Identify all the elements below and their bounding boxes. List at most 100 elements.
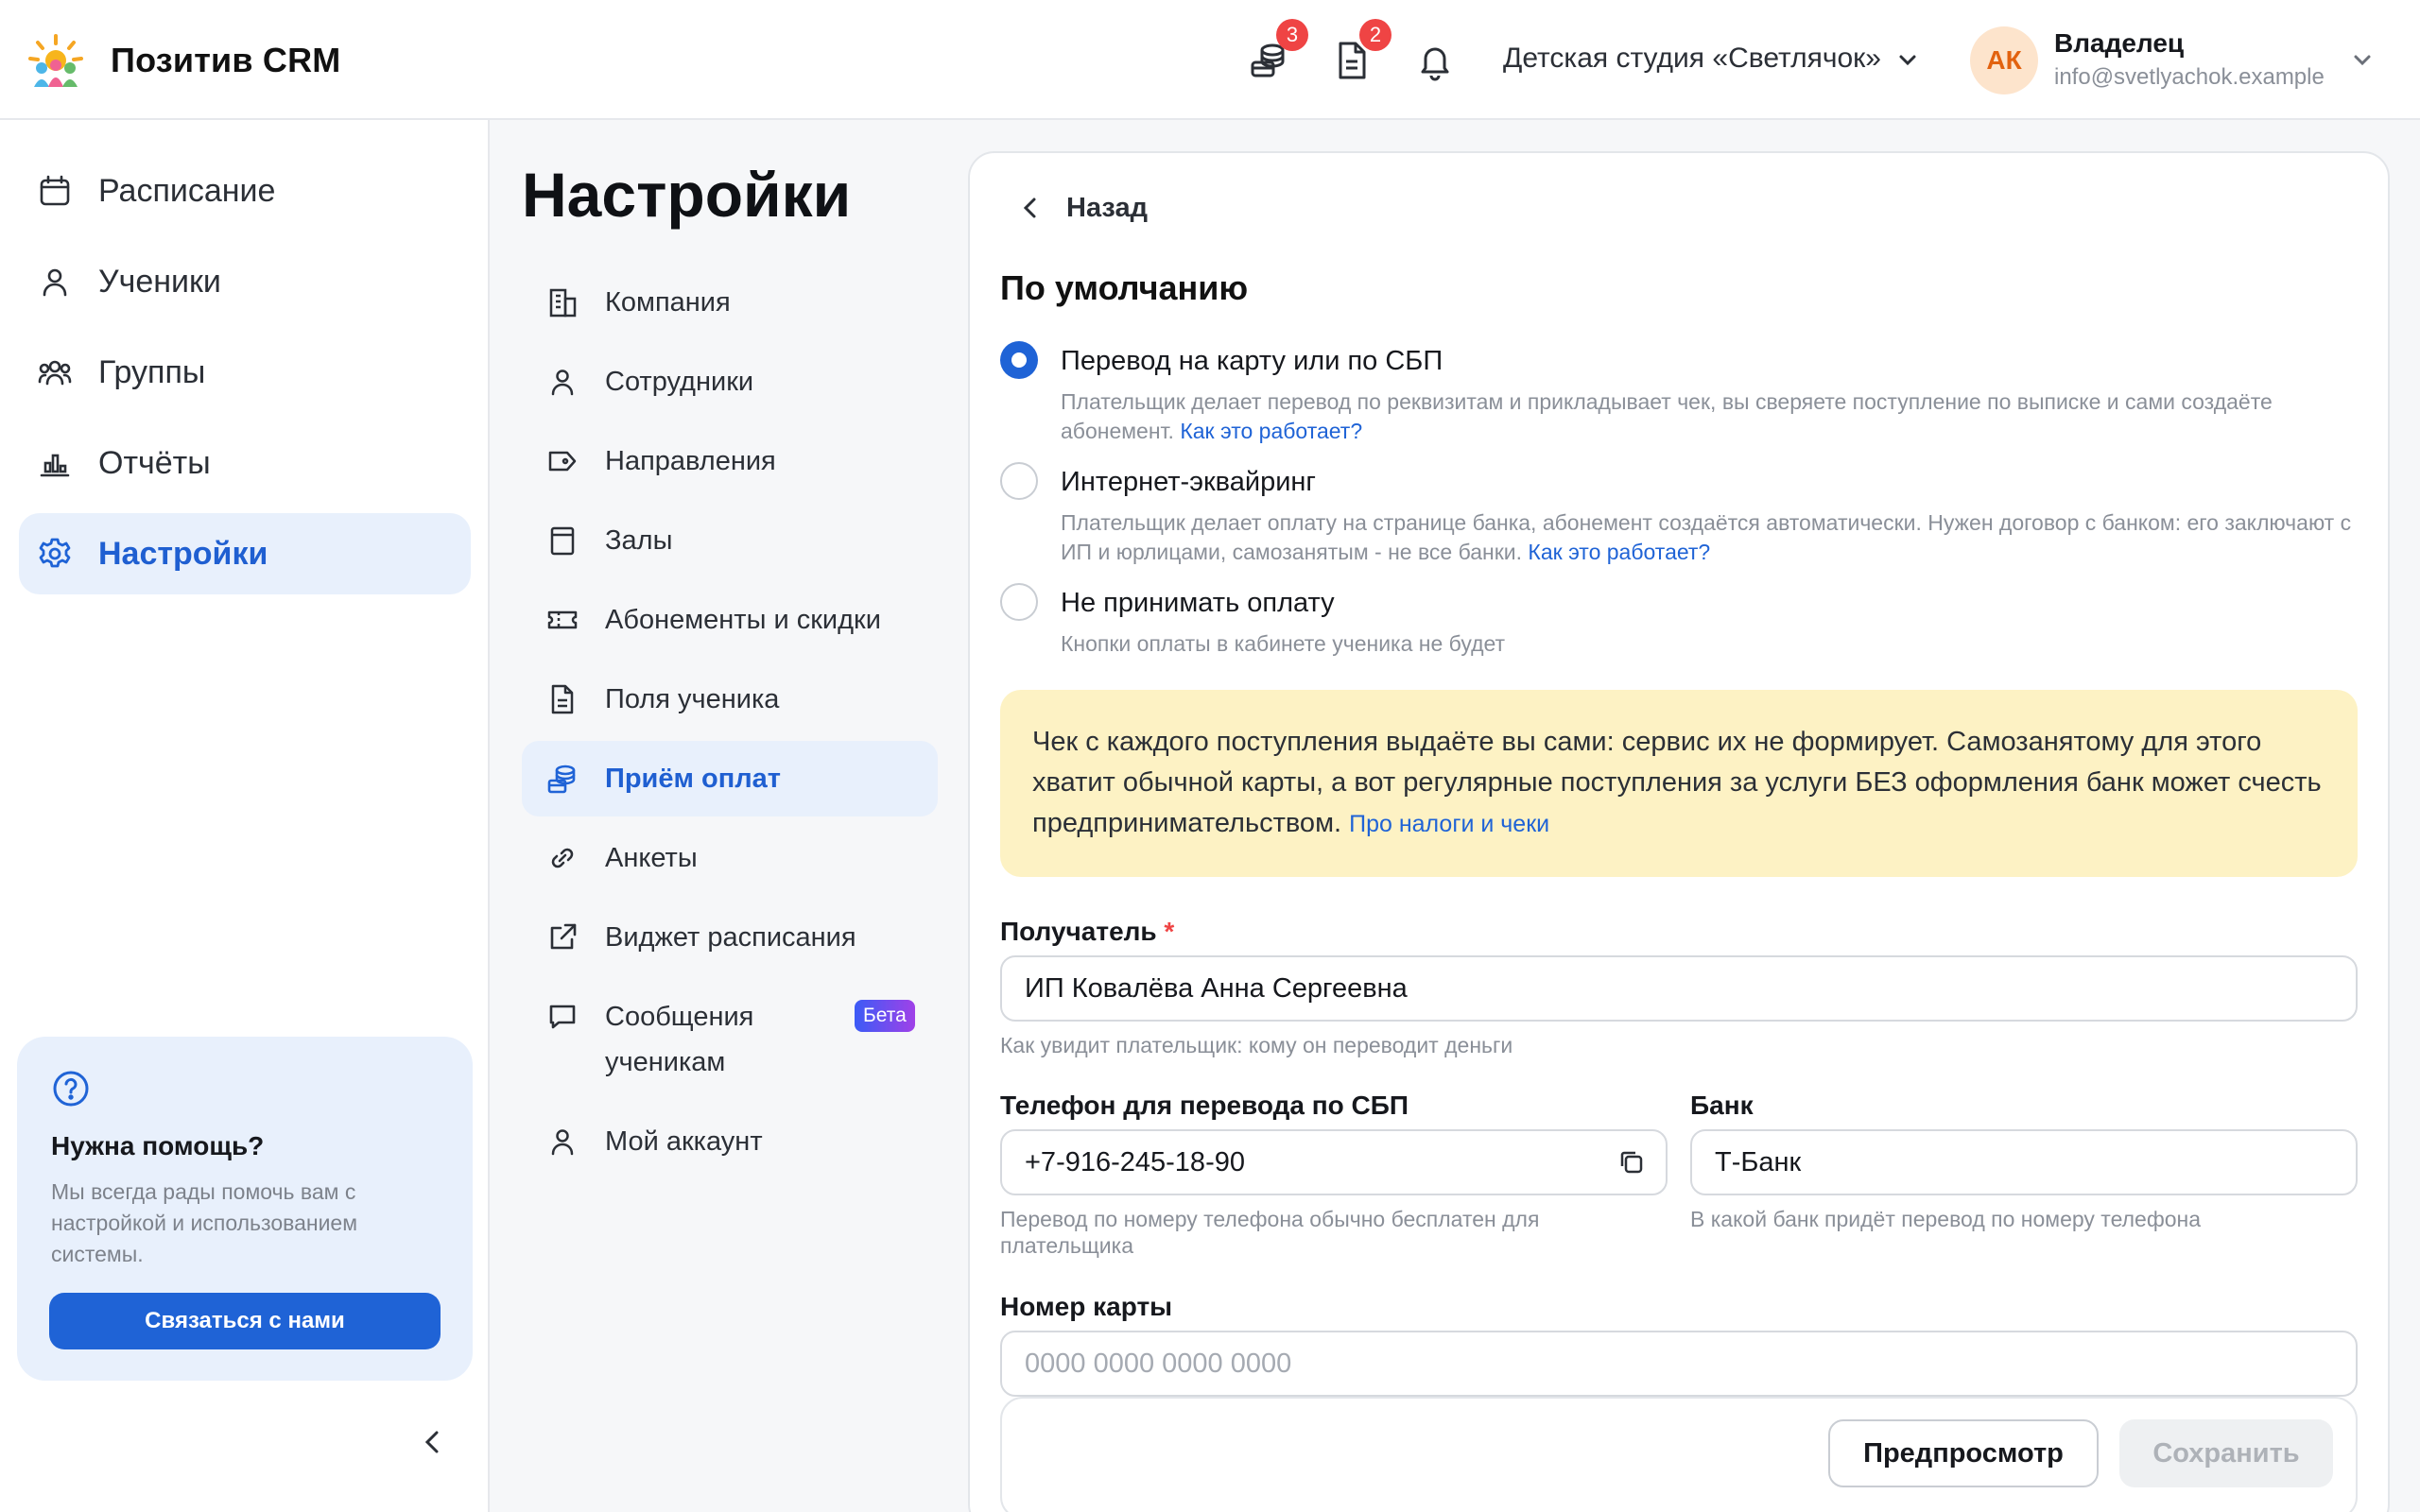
building-icon [546, 286, 579, 318]
payments-badge: 3 [1276, 19, 1308, 51]
taxes-link[interactable]: Про налоги и чеки [1349, 811, 1549, 837]
option-title[interactable]: Интернет-эквайринг [1061, 467, 1316, 498]
coins-icon [546, 763, 579, 795]
chevron-left-icon[interactable] [1011, 189, 1049, 227]
user-icon [546, 1125, 579, 1158]
contact-us-button[interactable]: Связаться с нами [49, 1293, 441, 1349]
how-it-works-link[interactable]: Как это работает? [1528, 540, 1710, 564]
how-it-works-link[interactable]: Как это работает? [1180, 419, 1362, 443]
settings-item-label: Приём оплат [605, 764, 782, 794]
user-icon [546, 366, 579, 398]
chart-icon [38, 446, 72, 480]
bank-hint: В какой банк придёт перевод по номеру те… [1690, 1207, 2202, 1231]
settings-item-label: Сотрудники [605, 367, 754, 397]
settings-item-halls[interactable]: Залы [522, 518, 938, 563]
beta-badge: Бета [855, 1000, 915, 1032]
calendar-icon [38, 174, 72, 208]
sidebar-item-label: Расписание [98, 173, 276, 209]
settings-item-label: Залы [605, 525, 673, 556]
ticket-icon [546, 604, 579, 636]
settings-item-directions[interactable]: Направления [522, 438, 938, 484]
external-link-icon [546, 921, 579, 954]
phone-hint: Перевод по номеру телефона обычно беспла… [1000, 1207, 1540, 1258]
page-title: Настройки [522, 160, 852, 230]
sidebar-item-label: Ученики [98, 264, 221, 300]
chevron-left-icon[interactable] [416, 1425, 450, 1459]
phone-label: Телефон для перевода по СБП [1000, 1091, 1409, 1120]
door-icon [546, 524, 579, 557]
brand-name[interactable]: Позитив CRM [111, 41, 341, 80]
file-icon [546, 683, 579, 715]
sidebar-item-settings[interactable]: Настройки [19, 513, 471, 594]
recipient-label: Получатель * [1000, 917, 1174, 947]
settings-item-label: Анкеты [605, 843, 698, 873]
save-button[interactable]: Сохранить [2119, 1419, 2333, 1487]
user-role: Владелец [2054, 28, 2185, 58]
sidebar-item-schedule[interactable]: Расписание [19, 150, 471, 232]
settings-item-label: Поля ученика [605, 684, 780, 714]
radio-no-payment[interactable] [1000, 583, 1038, 621]
studio-selector[interactable]: Детская студия «Светлячок» [1503, 43, 1881, 75]
option-title[interactable]: Перевод на карту или по СБП [1061, 346, 1443, 377]
copy-icon[interactable] [1616, 1147, 1647, 1177]
avatar[interactable]: АК [1970, 26, 2038, 94]
recipient-input[interactable] [1000, 955, 2358, 1022]
required-mark: * [1164, 917, 1175, 946]
bell-icon[interactable] [1412, 38, 1458, 83]
preview-button[interactable]: Предпросмотр [1828, 1419, 2099, 1487]
settings-item-label: Мой аккаунт [605, 1126, 763, 1157]
section-title: По умолчанию [1000, 268, 1249, 307]
sidebar-item-groups[interactable]: Группы [19, 332, 471, 413]
link-icon [546, 842, 579, 874]
radio-internet-acquiring[interactable] [1000, 462, 1038, 500]
tag-icon [546, 445, 579, 477]
users-icon [38, 355, 72, 389]
back-link[interactable]: Назад [1066, 193, 1148, 224]
sidebar-item-students[interactable]: Ученики [19, 241, 471, 322]
settings-item-company[interactable]: Компания [522, 280, 938, 325]
bank-input[interactable] [1690, 1129, 2358, 1195]
top-header: Позитив CRM 3 2 Детская студия «Светлячо… [0, 0, 2420, 120]
settings-item-label: Сообщения [605, 1002, 754, 1032]
recipient-label-text: Получатель [1000, 917, 1157, 946]
gear-icon [38, 537, 72, 571]
chevron-down-icon[interactable] [2350, 47, 2375, 72]
settings-item-label: Компания [605, 287, 731, 318]
user-email: info@svetlyachok.example [2054, 64, 2325, 90]
tax-warning-callout: Чек с каждого поступления выдаёте вы сам… [1000, 690, 2358, 877]
warning-text-body: Чек с каждого поступления выдаёте вы сам… [1032, 727, 2322, 838]
card-number-input[interactable] [1000, 1331, 2358, 1397]
settings-item-label: Абонементы и скидки [605, 605, 881, 635]
user-icon [38, 265, 72, 299]
settings-item-label-line2: ученикам [605, 1047, 726, 1077]
bank-label: Банк [1690, 1091, 1754, 1120]
sidebar-item-label: Отчёты [98, 445, 211, 481]
sidebar-item-label: Группы [98, 354, 206, 390]
settings-item-account[interactable]: Мой аккаунт [522, 1119, 938, 1164]
sbp-phone-input[interactable] [1000, 1129, 1668, 1195]
settings-item-forms[interactable]: Анкеты [522, 835, 938, 881]
warning-text: Чек с каждого поступления выдаёте вы сам… [1032, 722, 2327, 845]
chevron-down-icon[interactable] [1895, 47, 1920, 72]
option-description: Плательщик делает перевод по реквизитам … [1061, 387, 2365, 446]
logo-icon[interactable] [26, 32, 85, 91]
settings-item-subscriptions[interactable]: Абонементы и скидки [522, 597, 938, 643]
sidebar: Расписание Ученики Группы Отчёты Настрой… [0, 120, 490, 1512]
card-number-label: Номер карты [1000, 1292, 1173, 1321]
settings-item-label: Виджет расписания [605, 922, 856, 953]
help-title: Нужна помощь? [51, 1131, 265, 1160]
settings-item-label: Направления [605, 446, 776, 476]
help-text: Мы всегда рады помочь вам с настройкой и… [51, 1179, 358, 1266]
sidebar-item-reports[interactable]: Отчёты [19, 422, 471, 504]
radio-card-transfer[interactable] [1000, 341, 1038, 379]
settings-item-staff[interactable]: Сотрудники [522, 359, 938, 404]
settings-item-schedule-widget[interactable]: Виджет расписания [522, 915, 938, 960]
sidebar-item-label: Настройки [98, 536, 268, 572]
option-title[interactable]: Не принимать оплату [1061, 588, 1335, 619]
question-icon [51, 1069, 91, 1108]
settings-item-student-fields[interactable]: Поля ученика [522, 677, 938, 722]
message-icon [546, 1001, 579, 1033]
option-description: Кнопки оплаты в кабинете ученика не буде… [1061, 631, 1506, 656]
settings-item-payments[interactable]: Приём оплат [522, 741, 938, 816]
option-description: Плательщик делает оплату на странице бан… [1061, 508, 2365, 567]
